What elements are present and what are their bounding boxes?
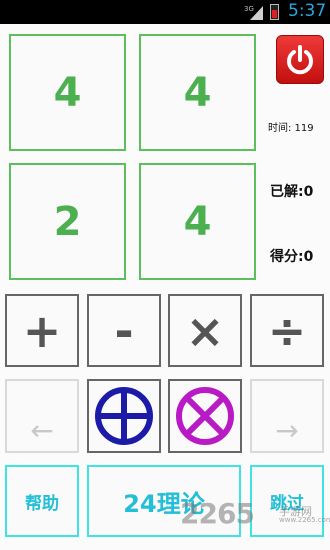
- close-paren-button[interactable]: [168, 379, 242, 453]
- minus-symbol: -: [114, 303, 134, 358]
- right-arrow-icon: →: [275, 413, 299, 447]
- divide-button[interactable]: ÷: [250, 294, 324, 367]
- status-time: 5:37: [288, 1, 327, 21]
- multiply-button[interactable]: ×: [168, 294, 242, 367]
- skip-button[interactable]: 跳过: [250, 465, 324, 537]
- circle-times-icon: [176, 387, 234, 445]
- redo-button[interactable]: →: [250, 379, 324, 453]
- minus-button[interactable]: -: [87, 294, 161, 367]
- number-card-2[interactable]: 4: [139, 34, 256, 151]
- power-icon: [287, 44, 313, 74]
- power-button[interactable]: [276, 35, 324, 84]
- divide-symbol: ÷: [267, 303, 307, 358]
- game-screen: 3G 5:37 4 4 2 4 时间: 119 已解:0 得分:0 + - × …: [0, 0, 330, 550]
- open-paren-button[interactable]: [87, 379, 161, 453]
- circle-plus-icon: [95, 387, 153, 445]
- card-value: 4: [53, 69, 82, 116]
- watermark-url: www.2265.com: [279, 516, 330, 524]
- plus-button[interactable]: +: [5, 294, 79, 367]
- help-label: 帮助: [25, 493, 59, 514]
- number-card-4[interactable]: 4: [139, 163, 256, 280]
- help-button[interactable]: 帮助: [5, 465, 79, 537]
- status-bar: 3G 5:37: [0, 0, 330, 24]
- multiply-symbol: ×: [185, 303, 225, 358]
- card-value: 4: [183, 198, 212, 245]
- number-card-1[interactable]: 4: [9, 34, 126, 151]
- score-label: 得分:0: [270, 249, 314, 265]
- card-value: 4: [183, 69, 212, 116]
- network-label: 3G: [244, 5, 254, 13]
- number-card-3[interactable]: 2: [9, 163, 126, 280]
- signal-icon: 3G: [244, 5, 263, 20]
- card-value: 2: [53, 198, 82, 245]
- left-arrow-icon: ←: [30, 413, 54, 447]
- solved-count: 已解:0: [270, 184, 314, 200]
- battery-icon: [270, 4, 279, 20]
- undo-button[interactable]: ←: [5, 379, 79, 453]
- timer-label: 时间: 119: [268, 123, 314, 134]
- watermark-logo: 2265: [180, 497, 255, 530]
- plus-symbol: +: [22, 303, 62, 358]
